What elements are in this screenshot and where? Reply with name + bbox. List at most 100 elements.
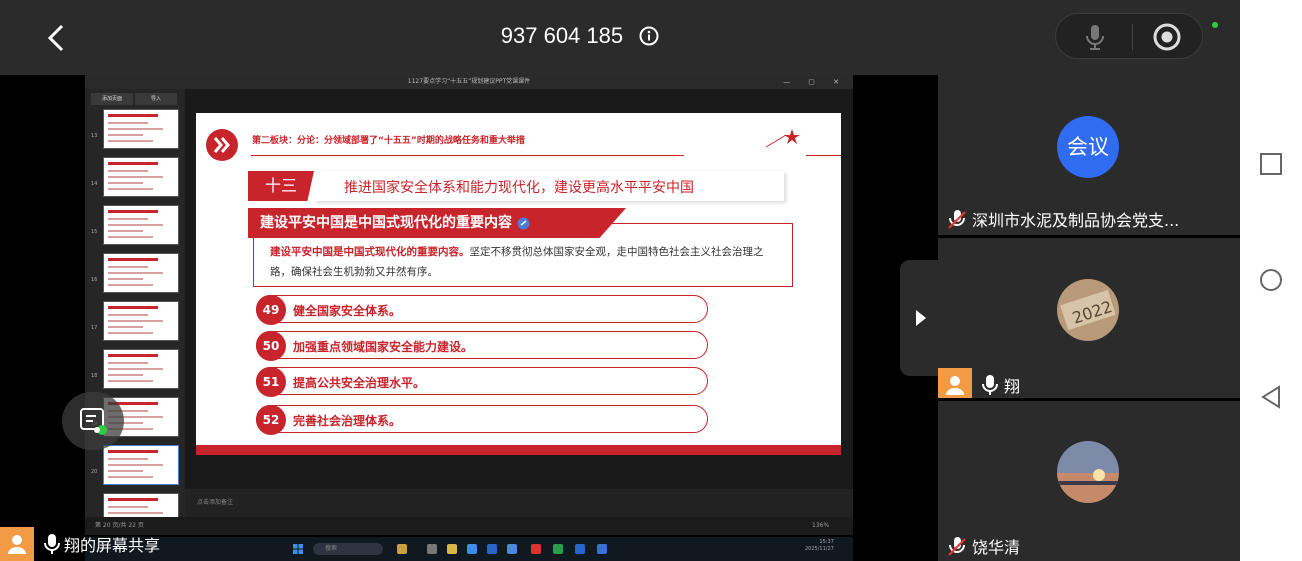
- participant-name: 翔: [1004, 377, 1021, 396]
- app-icon[interactable]: [487, 544, 497, 554]
- banner-text: 建设平安中国是中国式现代化的重要内容: [260, 215, 512, 231]
- microphone-icon[interactable]: [1084, 23, 1106, 51]
- thumb-line: [108, 512, 163, 514]
- thumb-bar: [108, 498, 158, 501]
- participant-label: 翔: [938, 368, 1020, 402]
- app-icon[interactable]: [575, 544, 585, 554]
- thumb-line: [108, 458, 148, 460]
- list-item: 49 健全国家安全体系。: [256, 295, 708, 325]
- add-page-tab[interactable]: 添加页面: [91, 93, 133, 105]
- annotation-button[interactable]: [62, 392, 124, 450]
- item-text: 健全国家安全体系。: [293, 304, 402, 318]
- thumb-line: [108, 128, 163, 130]
- meeting-id: 937 604 185: [500, 23, 624, 49]
- thumb-line: [108, 122, 148, 124]
- slide-thumbnail[interactable]: [103, 109, 179, 149]
- participant-name: 饶华清: [972, 538, 1021, 557]
- participant-tile[interactable]: 2022 翔: [938, 238, 1240, 402]
- thumb-line: [108, 362, 148, 364]
- description-text: 建设平安中国是中国式现代化的重要内容。坚定不移贯彻总体国家安全观，走中国特色社会…: [270, 242, 780, 282]
- shared-screen: 1127要点学习“十五五”规划建议PPT党课课件 — ▢ ✕ 添加页面 导入 1…: [85, 75, 853, 535]
- divider: [1132, 24, 1133, 50]
- thumb-line: [108, 272, 163, 274]
- chevron-double-right-icon: [206, 129, 238, 161]
- item-number: 51: [256, 367, 286, 397]
- thumb-line: [108, 320, 163, 322]
- slide-thumbnail[interactable]: [103, 445, 179, 485]
- browser-icon[interactable]: [467, 544, 477, 554]
- user-avatar-icon: [0, 527, 34, 561]
- thumb-line: [108, 368, 163, 370]
- info-icon[interactable]: [639, 26, 659, 46]
- back-triangle-icon[interactable]: [1259, 385, 1283, 409]
- slide-thumbnail[interactable]: [103, 301, 179, 341]
- app-icon[interactable]: [597, 544, 607, 554]
- slide-thumbnail[interactable]: [103, 205, 179, 245]
- section-heading: 第二板块：分论：分领域部署了“十五五”时期的战略任务和重大举措: [252, 136, 525, 146]
- thumb-line: [108, 224, 163, 226]
- slide-thumbnail[interactable]: [103, 253, 179, 293]
- thumb-line: [108, 230, 143, 232]
- list-item: 52 完善社会治理体系。: [256, 405, 708, 435]
- thumb-line: [108, 278, 143, 280]
- thumb-line: [108, 236, 153, 238]
- section-title: 推进国家安全体系和能力现代化，建设更高水平平安中国: [344, 180, 694, 196]
- notes-field[interactable]: 点击添加备注: [185, 489, 853, 517]
- app-icon[interactable]: [397, 544, 407, 554]
- recent-apps-icon[interactable]: [1259, 152, 1283, 176]
- thumb-line: [108, 140, 153, 142]
- top-bar: 937 604 185: [0, 0, 1240, 75]
- thumb-line: [108, 326, 143, 328]
- mic-muted-icon: [948, 537, 966, 556]
- app-icon[interactable]: [427, 544, 437, 554]
- microphone-icon: [982, 375, 998, 395]
- thumb-line: [108, 134, 143, 136]
- thumb-line: [108, 332, 153, 334]
- import-tab[interactable]: 导入: [135, 93, 177, 105]
- thumb-line: [108, 188, 153, 190]
- slide: 第二板块：分论：分领域部署了“十五五”时期的战略任务和重大举措 十三 推进国家安…: [196, 113, 841, 455]
- thumbnail-number: 18: [91, 373, 98, 379]
- participant-tile[interactable]: 饶华清: [938, 401, 1240, 561]
- windows-start-icon[interactable]: [293, 544, 303, 554]
- thumb-line: [108, 374, 143, 376]
- media-controls: [1055, 13, 1203, 59]
- slide-thumbnail[interactable]: [103, 349, 179, 389]
- screen-share-tag: 翔的屏幕共享: [0, 527, 160, 561]
- slide-thumbnail[interactable]: [103, 157, 179, 197]
- list-item: 50 加强重点领域国家安全能力建设。: [256, 331, 708, 361]
- description-bold: 建设平安中国是中国式现代化的重要内容。: [270, 246, 470, 258]
- meeting-avatar: 会议: [1057, 116, 1119, 178]
- zoom-level[interactable]: 136%: [812, 517, 829, 535]
- microphone-icon: [44, 534, 60, 554]
- screen-share-label: 翔的屏幕共享: [64, 536, 161, 555]
- thumb-bar: [108, 450, 158, 453]
- app-icon[interactable]: [507, 544, 517, 554]
- taskbar-search[interactable]: 搜索: [313, 543, 383, 555]
- record-icon[interactable]: [1152, 22, 1182, 52]
- item-text: 提高公共安全治理水平。: [293, 376, 426, 390]
- item-number: 49: [256, 295, 286, 325]
- status-dot: [1212, 22, 1218, 28]
- participant-tile[interactable]: 会议 深圳市水泥及制品协会党支...: [938, 75, 1240, 235]
- window-title: 1127要点学习“十五五”规划建议PPT党课课件: [85, 75, 853, 89]
- participant-name: 深圳市水泥及制品协会党支...: [972, 211, 1180, 230]
- thumb-line: [108, 284, 153, 286]
- collapse-panel-button[interactable]: [900, 260, 938, 376]
- thumb-bar: [108, 354, 158, 357]
- thumb-bar: [108, 306, 158, 309]
- user-avatar-icon: [938, 368, 972, 402]
- wechat-icon[interactable]: [553, 544, 563, 554]
- taskbar-clock: 15:37 2025/11/27: [805, 539, 834, 553]
- slide-footer-bar: [196, 445, 841, 455]
- participant-label: 深圳市水泥及制品协会党支...: [948, 207, 1179, 231]
- status-bar: 第 20 页/共 22 页 136%: [85, 517, 853, 535]
- item-text: 加强重点领域国家安全能力建设。: [293, 340, 474, 354]
- folder-icon[interactable]: [447, 544, 457, 554]
- thumbnail-number: 16: [91, 277, 98, 283]
- thumb-bar: [108, 114, 158, 117]
- wps-icon[interactable]: [531, 544, 541, 554]
- thumb-line: [108, 470, 143, 472]
- thumb-line: [108, 176, 163, 178]
- home-icon[interactable]: [1259, 268, 1283, 292]
